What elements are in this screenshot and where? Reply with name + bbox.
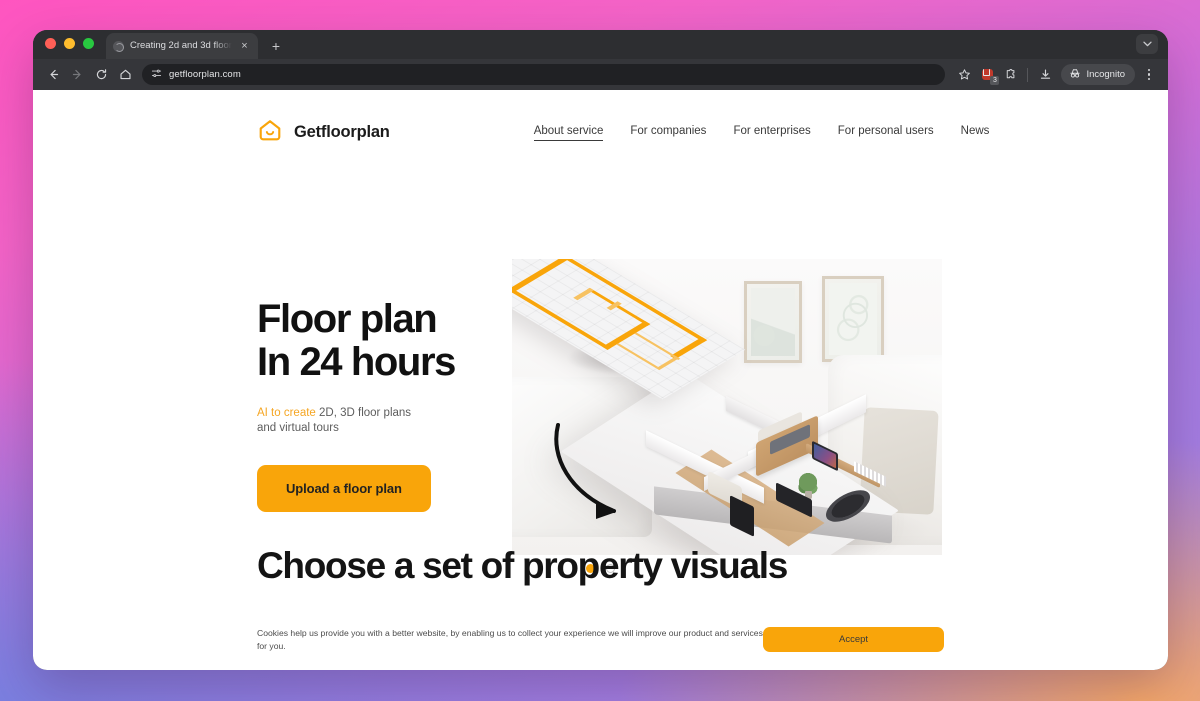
curved-arrow-icon bbox=[554, 423, 616, 519]
hero-artwork bbox=[512, 259, 942, 555]
puzzle-icon[interactable] bbox=[999, 64, 1021, 86]
extension-icon[interactable]: 3 bbox=[976, 64, 1000, 86]
tab-title: Creating 2d and 3d floor plan bbox=[130, 40, 232, 51]
new-tab-button[interactable]: + bbox=[264, 33, 288, 59]
back-arrow-icon[interactable] bbox=[42, 64, 64, 86]
download-icon[interactable] bbox=[1034, 64, 1056, 86]
site-header: Getfloorplan About service For companies… bbox=[33, 90, 1168, 175]
kebab-menu-icon[interactable] bbox=[1139, 64, 1159, 86]
house-smile-logo-icon bbox=[257, 117, 283, 148]
close-icon[interactable]: × bbox=[238, 40, 251, 52]
incognito-hat-icon bbox=[1069, 68, 1081, 82]
nav-item-for-personal-users[interactable]: For personal users bbox=[838, 125, 934, 140]
section-heading: Choose a set of property visuals bbox=[257, 545, 788, 586]
page-title: Floor plan In 24 hours bbox=[257, 297, 456, 384]
globe-icon bbox=[113, 40, 124, 52]
wall-frame-right bbox=[822, 276, 884, 362]
hero-subtitle: AI to create 2D, 3D floor plans and virt… bbox=[257, 406, 429, 436]
toolbar-divider bbox=[1027, 67, 1029, 82]
hero-copy: Floor plan In 24 hours AI to create 2D, … bbox=[257, 298, 507, 512]
address-bar[interactable]: getfloorplan.com bbox=[142, 64, 946, 85]
minimize-window-button[interactable] bbox=[64, 38, 75, 49]
nav-item-about-service[interactable]: About service bbox=[533, 125, 604, 141]
close-window-button[interactable] bbox=[45, 38, 56, 49]
accept-cookies-button[interactable]: Accept bbox=[763, 627, 944, 652]
tune-sliders-icon[interactable] bbox=[151, 66, 162, 84]
forward-arrow-icon[interactable] bbox=[66, 64, 88, 86]
star-icon[interactable] bbox=[953, 64, 975, 86]
cookie-text: Cookies help us provide you with a bette… bbox=[257, 628, 763, 651]
site-nav: About service For companies For enterpri… bbox=[533, 125, 990, 141]
toolbar-actions: 3 Incognito bbox=[953, 64, 1159, 86]
url-text: getfloorplan.com bbox=[169, 69, 241, 80]
maximize-window-button[interactable] bbox=[83, 38, 94, 49]
browser-window: Creating 2d and 3d floor plan × + bbox=[33, 30, 1168, 670]
page-viewport: Getfloorplan About service For companies… bbox=[33, 90, 1168, 670]
brand-logo[interactable]: Getfloorplan bbox=[257, 117, 390, 148]
brand-name: Getfloorplan bbox=[294, 123, 390, 141]
nav-item-news[interactable]: News bbox=[961, 125, 990, 140]
hero-subtitle-accent: AI to create bbox=[257, 407, 316, 419]
tab-strip: Creating 2d and 3d floor plan × + bbox=[33, 30, 1168, 59]
extension-badge-count: 3 bbox=[990, 75, 1000, 85]
home-icon[interactable] bbox=[114, 64, 136, 86]
incognito-label: Incognito bbox=[1086, 69, 1125, 80]
chevron-down-icon[interactable] bbox=[1136, 34, 1158, 54]
window-traffic-lights bbox=[45, 30, 94, 59]
reload-icon[interactable] bbox=[90, 64, 112, 86]
browser-toolbar: getfloorplan.com 3 Incognito bbox=[33, 59, 1168, 90]
upload-floor-plan-button[interactable]: Upload a floor plan bbox=[257, 465, 431, 512]
nav-item-for-companies[interactable]: For companies bbox=[630, 125, 706, 140]
browser-tab[interactable]: Creating 2d and 3d floor plan × bbox=[106, 33, 258, 59]
incognito-indicator[interactable]: Incognito bbox=[1061, 64, 1135, 85]
cookie-banner: Cookies help us provide you with a bette… bbox=[257, 627, 944, 652]
interior-photo-background bbox=[512, 259, 942, 555]
nav-item-for-enterprises[interactable]: For enterprises bbox=[733, 125, 810, 140]
